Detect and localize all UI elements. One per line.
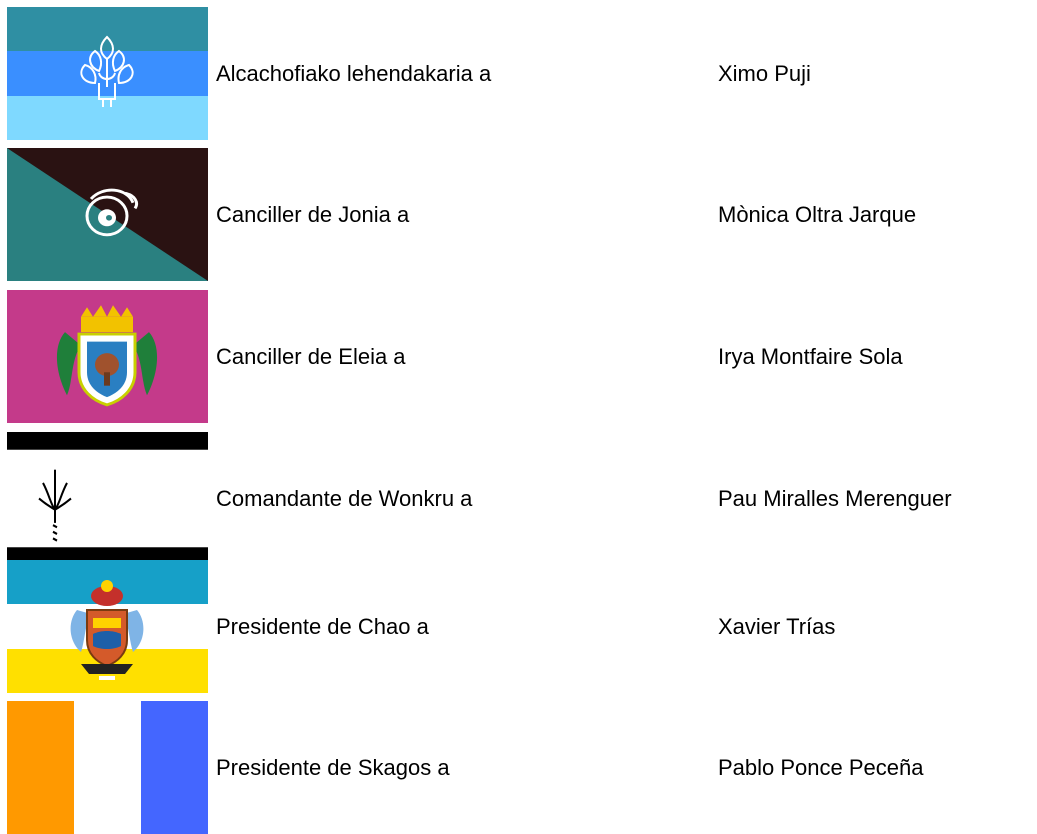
trident-icon [7,432,208,565]
list-item: Canciller de Eleia a Irya Montfaire Sola [0,290,1037,423]
title-label: Canciller de Eleia a [216,343,406,369]
person-name: Pablo Ponce Peceña [718,754,924,780]
person-name: Xavier Trías [718,613,836,639]
flag-jonia [7,148,208,281]
person-name: Pau Miralles Merenguer [718,485,952,511]
list-item: Presidente de Skagos a Pablo Ponce Peceñ… [0,701,1037,834]
list-item: Canciller de Jonia a Mònica Oltra Jarque [0,148,1037,281]
title-label: Comandante de Wonkru a [216,485,473,511]
tricolor-icon [7,701,208,834]
flag-eleia [7,290,208,423]
title-label: Alcachofiako lehendakaria a [216,60,492,86]
title-label: Presidente de Skagos a [216,754,450,780]
person-name: Irya Montfaire Sola [718,343,903,369]
appointments-list: Alcachofiako lehendakaria a Ximo Puji Ca… [0,0,1037,834]
flag-wonkru [7,432,208,565]
title-label: Presidente de Chao a [216,613,429,639]
ornate-coat-of-arms-icon [7,560,208,693]
title-label: Canciller de Jonia a [216,201,410,227]
list-item: Alcachofiako lehendakaria a Ximo Puji [0,7,1037,140]
spiral-icon [7,148,208,281]
artichoke-icon [7,7,208,140]
flag-alcachofia [7,7,208,140]
flag-chao [7,560,208,693]
list-item: Comandante de Wonkru a Pau Miralles Mere… [0,432,1037,565]
coat-of-arms-icon [7,290,208,423]
person-name: Ximo Puji [718,60,811,86]
list-item: Presidente de Chao a Xavier Trías [0,560,1037,693]
person-name: Mònica Oltra Jarque [718,201,917,227]
flag-skagos [7,701,208,834]
